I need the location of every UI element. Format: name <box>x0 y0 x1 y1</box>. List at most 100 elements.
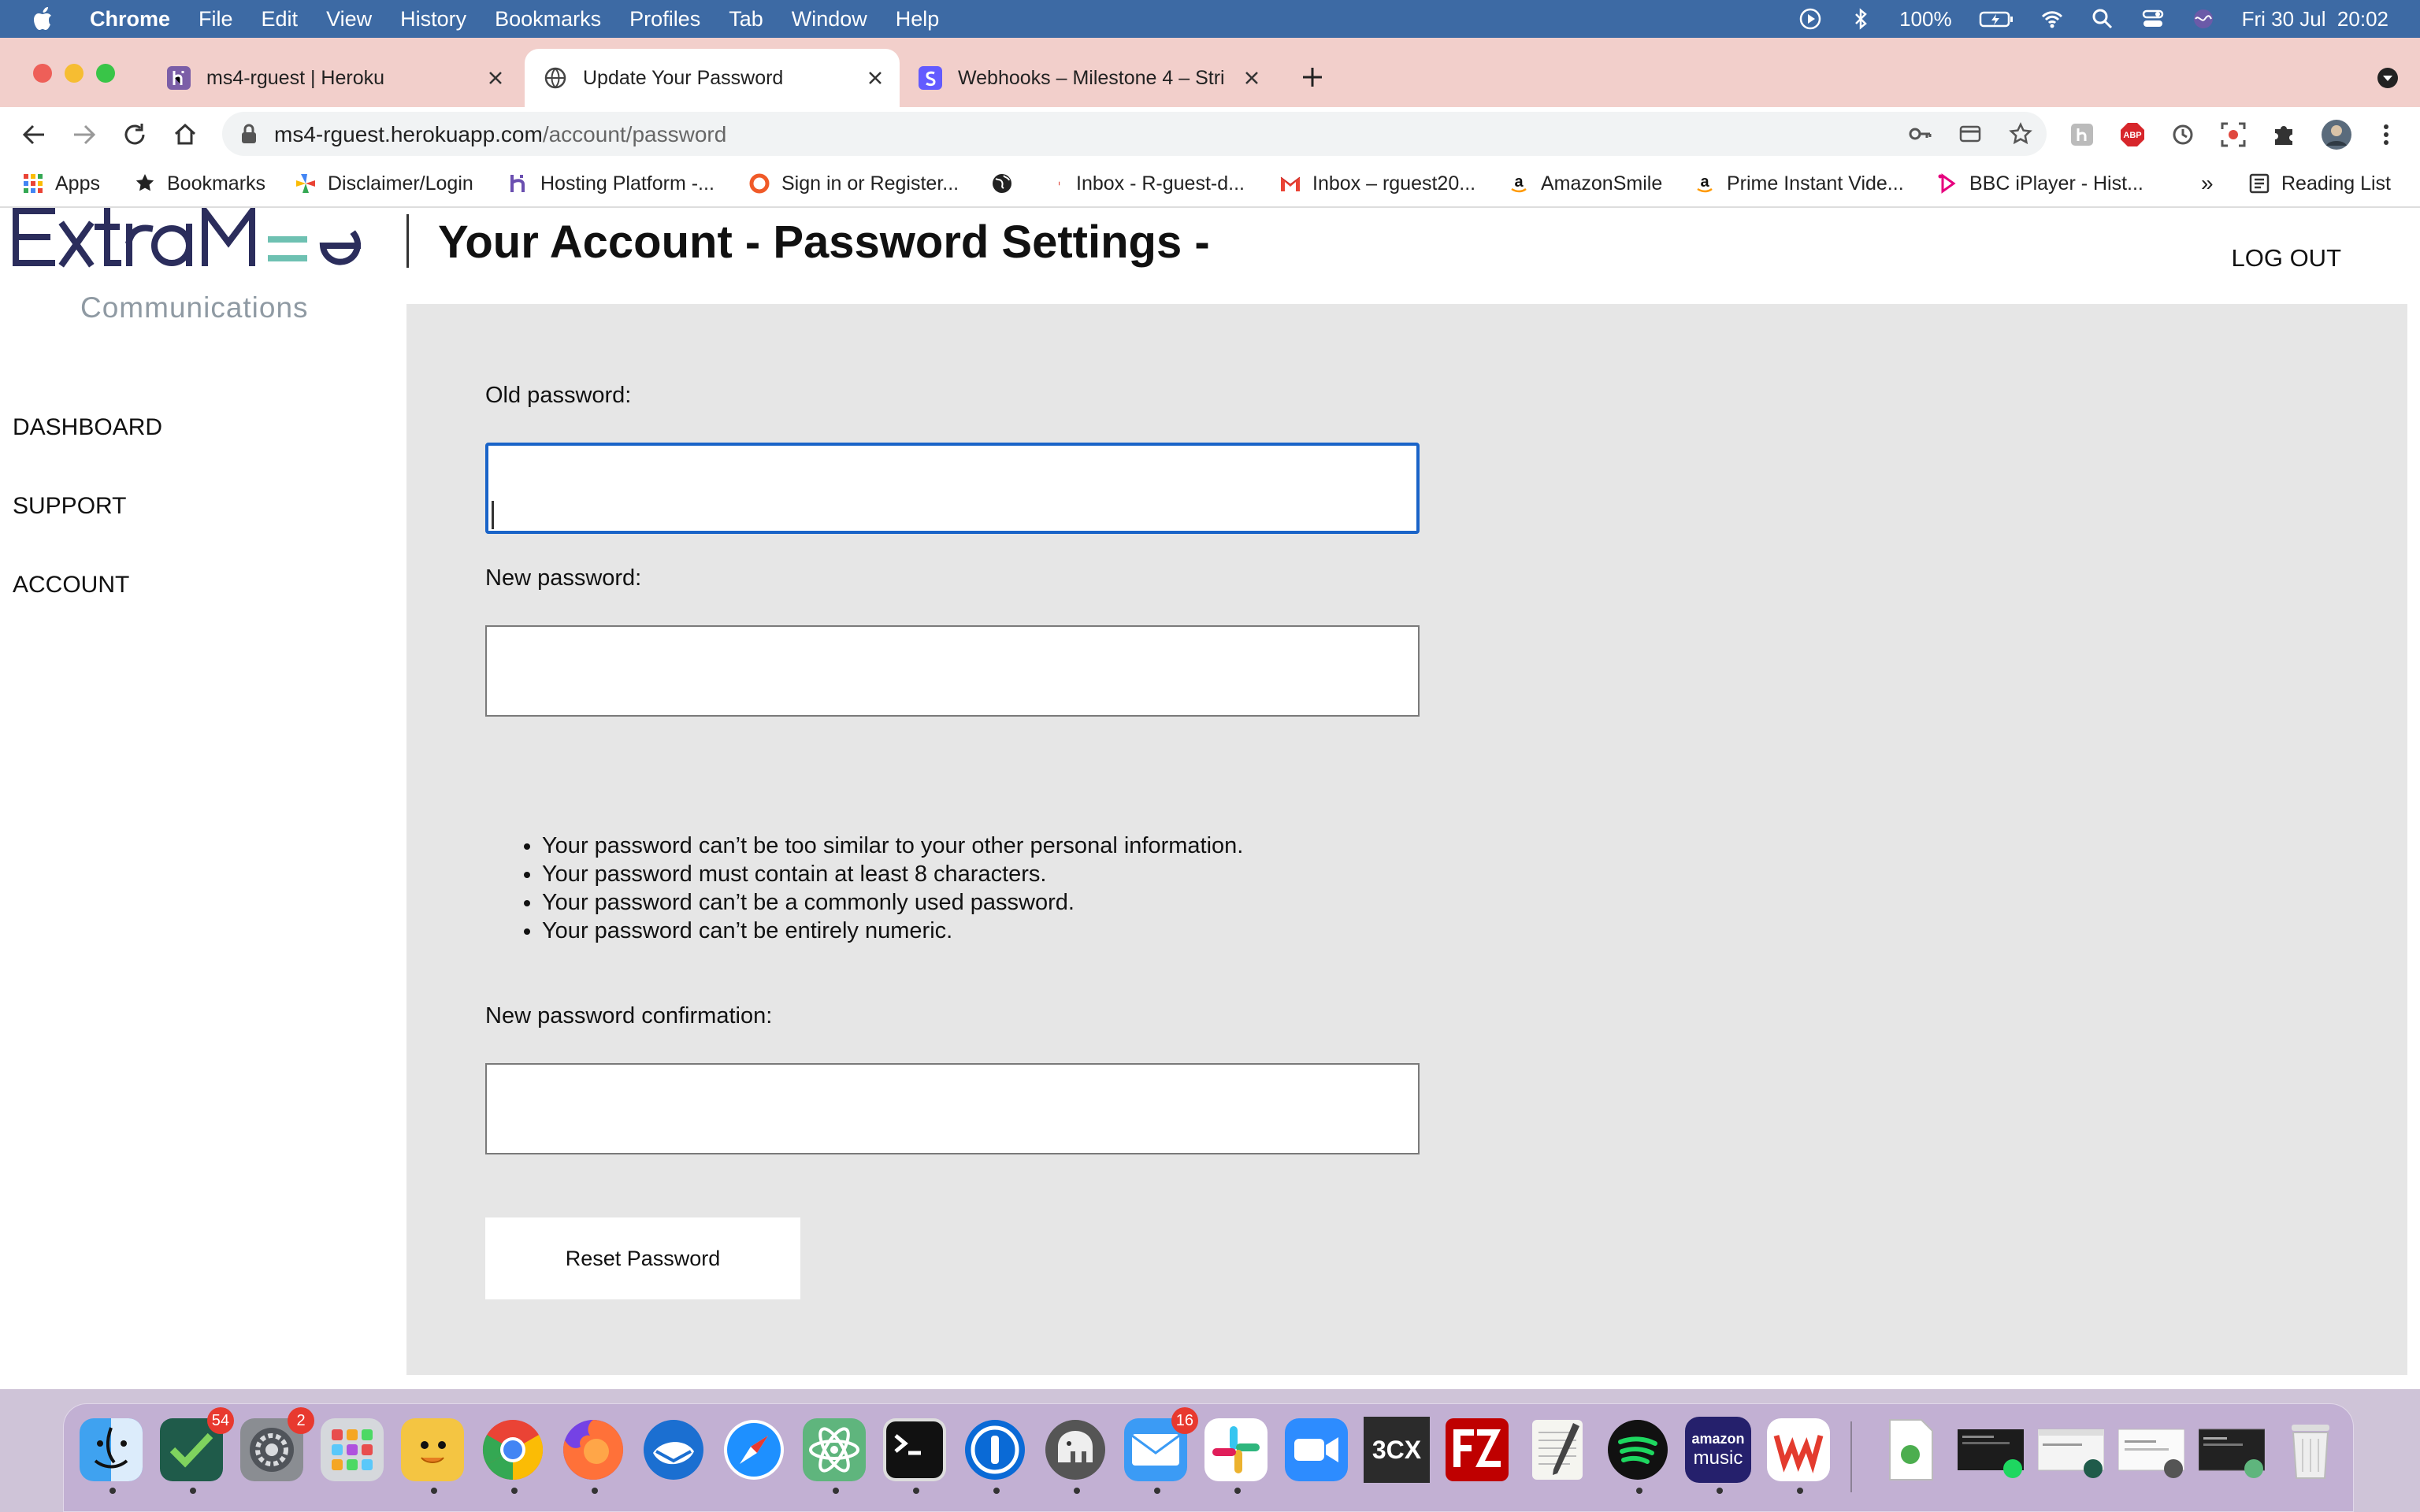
chrome-icon[interactable] <box>480 1417 546 1483</box>
zoom-icon[interactable] <box>1283 1417 1349 1483</box>
url-text[interactable]: ms4-rguest.herokuapp.com/account/passwor… <box>274 122 726 147</box>
close-icon[interactable] <box>484 66 507 90</box>
bookmarks-overflow-chevron[interactable]: » <box>2201 170 2214 197</box>
menu-clock[interactable]: Fri 30 Jul 20:02 <box>2242 7 2388 32</box>
menu-app-name[interactable]: Chrome <box>90 7 170 32</box>
mail-app-icon[interactable]: 16 <box>1123 1407 1198 1483</box>
bluetooth-icon[interactable] <box>1849 7 1873 31</box>
profile-avatar-icon[interactable] <box>2321 119 2352 150</box>
tab-update-password[interactable]: Update Your Password <box>525 49 900 107</box>
slack-icon[interactable] <box>1203 1417 1269 1483</box>
document-file-icon[interactable] <box>1877 1417 1943 1483</box>
tab-search-chevron-icon[interactable] <box>2376 66 2400 90</box>
key-icon[interactable] <box>1908 122 1932 146</box>
extramile-logo[interactable] <box>11 208 381 280</box>
back-arrow-icon[interactable] <box>20 121 47 148</box>
spotlight-search-icon[interactable] <box>2091 7 2114 31</box>
minimized-editor-window[interactable] <box>2199 1417 2265 1483</box>
address-bar[interactable]: ms4-rguest.herokuapp.com/account/passwor… <box>222 112 2047 156</box>
confirm-password-input[interactable] <box>485 1063 1420 1154</box>
nav-account[interactable]: ACCOUNT <box>13 572 129 598</box>
menu-edit[interactable]: Edit <box>262 7 299 32</box>
new-password-input[interactable] <box>485 625 1420 717</box>
bookmark-disclaimer-login[interactable]: Disclaimer/Login <box>295 170 473 197</box>
wps-office-icon[interactable] <box>1765 1417 1832 1483</box>
filezilla-icon[interactable] <box>1444 1417 1510 1483</box>
bookmark-bookmarks[interactable]: Bookmarks <box>134 170 265 197</box>
menu-file[interactable]: File <box>199 7 233 32</box>
lock-icon[interactable] <box>239 124 258 144</box>
screen-recorder-icon[interactable] <box>2220 121 2247 148</box>
trash-icon[interactable] <box>2277 1417 2344 1483</box>
menu-tab[interactable]: Tab <box>729 7 763 32</box>
bookmark-gmail-inbox[interactable]: Inbox – rguest20... <box>1279 170 1475 197</box>
card-icon[interactable] <box>1958 122 1982 146</box>
bookmark-prime-video[interactable]: a Prime Instant Vide... <box>1694 170 1904 197</box>
adblock-plus-icon[interactable]: ABP <box>2119 121 2146 148</box>
battery-icon[interactable] <box>1979 7 2014 31</box>
firefox-icon[interactable] <box>560 1417 626 1483</box>
bookmark-amazonsmile[interactable]: a AmazonSmile <box>1508 170 1662 197</box>
app-3cx-icon[interactable]: 3CX <box>1364 1417 1430 1483</box>
tab-heroku[interactable]: ms4-rguest | Heroku <box>150 49 520 107</box>
bookmark-star-icon[interactable] <box>2009 122 2032 146</box>
atom-icon[interactable] <box>801 1417 867 1483</box>
textedit-icon[interactable] <box>1524 1417 1590 1483</box>
window-close-button[interactable] <box>33 64 52 83</box>
cyberduck-icon[interactable] <box>399 1417 466 1483</box>
tableplus-elephant-icon[interactable] <box>1042 1417 1108 1483</box>
bookmark-hosting-platform[interactable]: Hosting Platform -... <box>507 170 714 197</box>
extensions-puzzle-icon[interactable] <box>2270 121 2297 148</box>
logout-link[interactable]: LOG OUT <box>2231 244 2341 272</box>
reading-list-button[interactable]: Reading List <box>2248 170 2391 197</box>
spotify-icon[interactable] <box>1605 1417 1671 1483</box>
old-password-input[interactable] <box>485 443 1420 534</box>
window-zoom-button[interactable] <box>96 64 115 83</box>
thunderbird-icon[interactable] <box>640 1417 707 1483</box>
tasks-app-icon[interactable]: 54 <box>158 1407 234 1483</box>
nav-support[interactable]: SUPPORT <box>13 493 126 520</box>
play-circle-icon[interactable] <box>1798 7 1822 31</box>
browser-toolbar: ms4-rguest.herokuapp.com/account/passwor… <box>0 107 2420 161</box>
wifi-icon[interactable] <box>2040 7 2064 31</box>
new-tab-plus-icon[interactable] <box>1300 65 1325 90</box>
forward-arrow-icon[interactable] <box>71 121 98 148</box>
minimized-document-window[interactable] <box>2118 1417 2184 1483</box>
bookmark-globe[interactable] <box>991 170 1024 197</box>
nav-dashboard[interactable]: DASHBOARD <box>13 414 162 441</box>
siri-icon[interactable] <box>2192 7 2215 31</box>
star-icon <box>135 174 154 191</box>
extension-heroku-icon[interactable] <box>2069 121 2095 148</box>
menu-view[interactable]: View <box>326 7 372 32</box>
reset-password-button[interactable]: Reset Password <box>485 1217 800 1299</box>
minimized-terminal-window[interactable] <box>1958 1417 2024 1483</box>
system-preferences-icon[interactable]: 2 <box>239 1407 314 1483</box>
notification-badge: 16 <box>1171 1407 1198 1434</box>
control-center-icon[interactable] <box>2141 7 2165 31</box>
bookmark-bbc-iplayer[interactable]: BBC iPlayer - Hist... <box>1936 170 2143 197</box>
bookmark-apps[interactable]: Apps <box>22 170 100 197</box>
reload-icon[interactable] <box>121 121 148 148</box>
one-password-icon[interactable] <box>962 1417 1028 1483</box>
sync-extension-icon[interactable] <box>2169 121 2196 148</box>
safari-icon[interactable] <box>721 1417 787 1483</box>
tab-stripe-webhooks[interactable]: Webhooks – Milestone 4 – Stri <box>906 49 1276 107</box>
home-icon[interactable] <box>172 121 199 148</box>
launchpad-icon[interactable] <box>319 1417 385 1483</box>
menu-profiles[interactable]: Profiles <box>629 7 700 32</box>
menu-window[interactable]: Window <box>792 7 867 32</box>
window-minimize-button[interactable] <box>65 64 84 83</box>
minimized-browser-window[interactable] <box>2038 1417 2104 1483</box>
menu-help[interactable]: Help <box>896 7 940 32</box>
amazon-music-icon[interactable]: amazon music <box>1685 1417 1751 1483</box>
finder-icon[interactable] <box>78 1417 144 1483</box>
apple-menu-icon[interactable] <box>32 6 55 32</box>
bookmark-sign-in-register[interactable]: Sign in or Register... <box>748 170 959 197</box>
terminal-icon[interactable] <box>882 1417 948 1483</box>
close-icon[interactable] <box>1240 66 1264 90</box>
menu-history[interactable]: History <box>400 7 466 32</box>
menu-bookmarks[interactable]: Bookmarks <box>495 7 601 32</box>
chrome-menu-kebab-icon[interactable] <box>2373 121 2400 148</box>
close-icon[interactable] <box>863 66 887 90</box>
bookmark-inbox-r-guest[interactable]: Inbox - R-guest-d... <box>1059 170 1245 197</box>
